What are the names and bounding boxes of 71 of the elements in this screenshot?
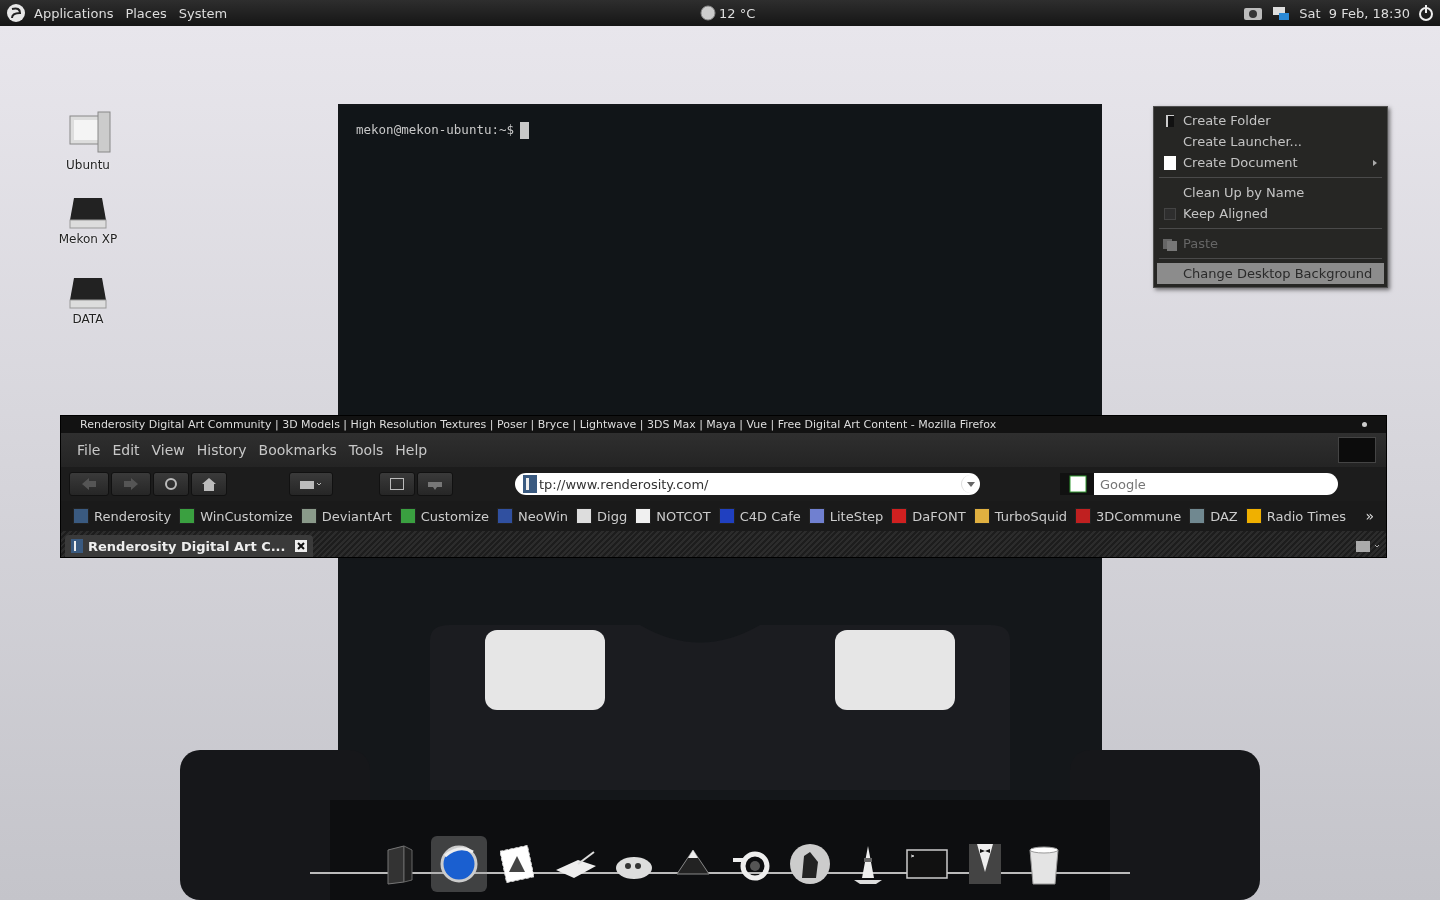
menu-bar-item[interactable]: Bookmarks [252,442,343,458]
bookmark-link[interactable]: DAZ [1189,508,1238,524]
bookmark-link[interactable]: Radio Times [1245,508,1347,524]
site-logo-icon [71,539,83,553]
menu-item[interactable]: Create Launcher... [1157,131,1384,152]
folder-icon [1163,113,1177,128]
panel-menu[interactable]: Applications [30,5,118,21]
bookmark-link[interactable]: TurboSquid [973,508,1068,524]
menu-bar-item[interactable]: File [71,442,107,458]
menu-item[interactable]: Create Folder [1157,110,1384,131]
new-tab-button[interactable] [379,472,415,496]
menu-item[interactable]: Create Document [1157,152,1384,173]
ubuntu-logo-icon[interactable] [6,3,26,23]
text-cursor [520,122,530,139]
window-title: Renderosity Digital Art Community | 3D Models | High Resolution Textures | Poser | Bryce | Lightwave | 3DS Max | Maya | Vue | Free Digital Art Content - Mozilla Firefox [80,418,997,431]
menu-bar-item[interactable]: View [145,442,191,458]
more-bookmarks-button[interactable]: » [1365,508,1374,524]
menu-item[interactable]: Keep Aligned [1157,203,1384,224]
desktop-icon-label[interactable]: DATA [72,312,104,326]
reload-button[interactable] [153,472,189,496]
dock-item[interactable] [430,836,487,892]
weather-text[interactable]: 12 °C [719,5,756,21]
window-button[interactable] [1362,422,1367,427]
bookmark-link[interactable]: Digg [576,508,628,524]
bookmark-link[interactable]: Customize [399,508,489,524]
back-arrow-icon [82,478,96,490]
desktop-icon-label[interactable]: Mekon XP [58,232,118,246]
forward-arrow-icon [124,478,138,490]
window-plus-icon [390,478,404,490]
network-icon[interactable] [1271,4,1292,22]
menu-bar-item[interactable]: Edit [106,442,146,458]
moon-icon [700,5,716,21]
desktop-icon-label[interactable]: Ubuntu [66,158,110,172]
url-field[interactable]: tp://www.renderosity.com/ [515,473,980,495]
paste-icon [1163,236,1177,251]
panel-menu[interactable]: System [174,5,232,21]
bookmark-link[interactable]: DeviantArt [300,508,392,524]
activity-indicator [1338,437,1376,463]
browser-tab[interactable]: Renderosity Digital Art C... [65,535,313,557]
menu-bar-item[interactable]: History [190,442,253,458]
panel-menu[interactable]: Places [121,5,171,21]
close-icon [297,542,305,550]
bookmark-link[interactable]: NOTCOT [635,508,711,524]
tab-close-button[interactable] [295,540,307,552]
terminal-prompt: mekon@mekon-ubuntu:~$ [356,122,515,137]
print-button[interactable] [289,472,333,496]
bookmark-link[interactable]: 3DCommune [1075,508,1182,524]
bookmark-link[interactable]: C4D Cafe [718,508,801,524]
menu-bar-item[interactable]: Tools [342,442,390,458]
home-button[interactable] [191,472,227,496]
back-button[interactable] [69,472,109,496]
power-icon[interactable] [1418,4,1434,22]
menu-item[interactable]: Change Desktop Background [1157,263,1384,284]
download-button[interactable] [417,472,453,496]
menu-bar-item[interactable]: Help [389,442,434,458]
search-engine-icon [1060,473,1094,495]
bookmark-link[interactable]: NeoWin [497,508,569,524]
bookmark-link[interactable]: LiteStep [808,508,884,524]
checkbox[interactable] [1164,207,1176,220]
clock-text[interactable]: Sat 9 Feb, 18:30 [1299,5,1410,21]
bookmark-link[interactable]: DaFONT [891,508,966,524]
tab-list-icon[interactable] [1356,540,1382,552]
printer-icon [300,478,322,490]
dropdown-caret-icon [967,481,975,487]
bookmark-link[interactable]: WinCustomize [179,508,293,524]
menu-item[interactable]: Clean Up by Name [1157,182,1384,203]
search-field[interactable]: Google [1094,473,1338,495]
document-icon [1163,155,1177,170]
bookmark-link[interactable]: Renderosity [73,508,172,524]
home-icon [202,477,216,491]
reload-icon [164,477,178,491]
